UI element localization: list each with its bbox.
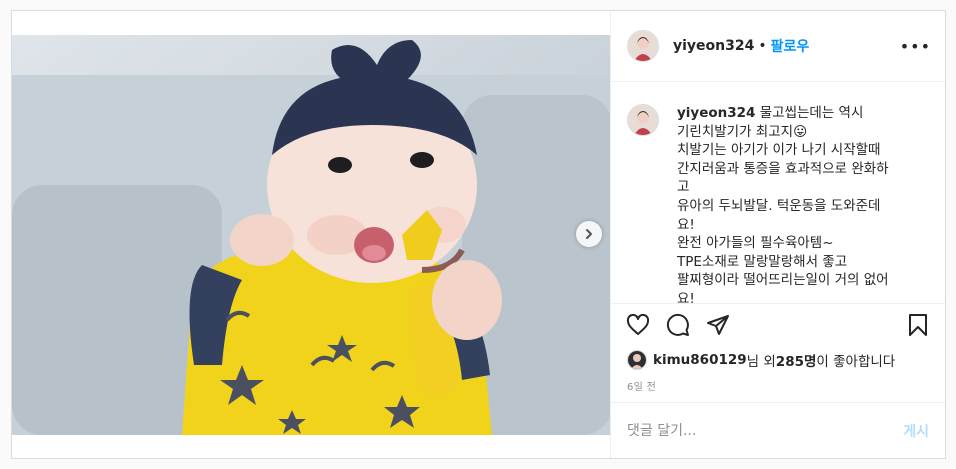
caption-avatar[interactable]	[627, 104, 659, 136]
avatar-image	[628, 31, 658, 61]
likes-count[interactable]: 285명	[776, 350, 817, 370]
paper-plane-icon	[707, 315, 729, 335]
action-bar	[611, 304, 945, 346]
comment-form: 게시	[611, 402, 945, 458]
avatar-image	[628, 105, 658, 135]
follow-button[interactable]: 팔로우	[771, 36, 810, 56]
comment-button[interactable]	[665, 312, 691, 338]
caption-body: 물고씹는데는 역시 기린치발기가 최고지😛 치발기는 아기가 이가 나기 시작할…	[677, 105, 889, 304]
caption-text: yiyeon324 물고씹는데는 역시 기린치발기가 최고지😛 치발기는 아기가…	[677, 104, 929, 303]
post-photo[interactable]	[12, 35, 610, 435]
share-button[interactable]	[705, 312, 731, 338]
avatar-image	[628, 351, 646, 369]
carousel-next-button[interactable]	[576, 221, 602, 247]
bookmark-icon	[909, 314, 927, 336]
chevron-right-icon	[586, 229, 592, 239]
caption-section: yiyeon324 물고씹는데는 역시 기린치발기가 최고지😛 치발기는 아기가…	[611, 82, 945, 304]
post-header: yiyeon324 • 팔로우 •••	[611, 11, 945, 82]
post-side-panel: yiyeon324 • 팔로우 ••• yiyeon324 물고씹는데는 역시 …	[610, 11, 945, 458]
like-button[interactable]	[625, 312, 651, 338]
post-media	[12, 11, 610, 458]
likes-summary: kimu860129 님 외 285명 이 좋아합니다	[611, 346, 945, 374]
liker-username[interactable]: kimu860129	[653, 352, 747, 368]
comment-input[interactable]	[627, 422, 904, 439]
likes-middle-text: 님 외	[746, 354, 776, 370]
more-options-icon[interactable]: •••	[900, 37, 931, 56]
post-card: yiyeon324 • 팔로우 ••• yiyeon324 물고씹는데는 역시 …	[11, 10, 946, 459]
post-comment-button[interactable]: 게시	[903, 421, 929, 441]
liker-avatar[interactable]	[627, 350, 647, 370]
likes-suffix-text: 이 좋아합니다	[816, 354, 896, 370]
caption-username[interactable]: yiyeon324	[677, 105, 755, 121]
separator-dot: •	[758, 38, 767, 54]
post-timestamp[interactable]: 6일 전	[611, 374, 945, 400]
avatar[interactable]	[627, 30, 659, 62]
username-link[interactable]: yiyeon324	[673, 38, 754, 54]
heart-icon	[626, 313, 650, 335]
comment-icon	[666, 313, 689, 336]
baby-photo-image	[12, 35, 610, 435]
save-button[interactable]	[905, 312, 931, 338]
